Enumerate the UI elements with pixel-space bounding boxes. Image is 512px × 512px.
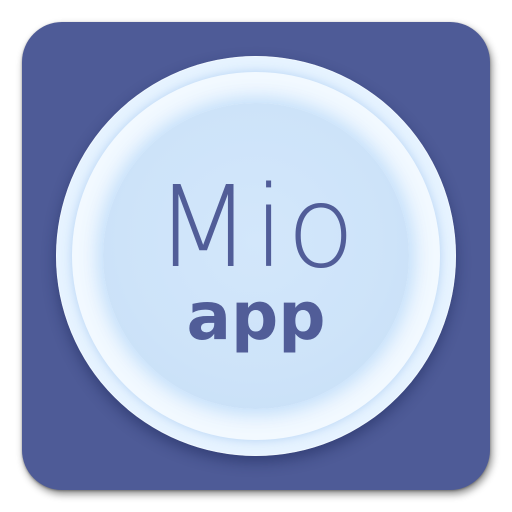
app-name-title: Mio (154, 163, 358, 293)
app-name-subtitle: app (186, 278, 326, 355)
